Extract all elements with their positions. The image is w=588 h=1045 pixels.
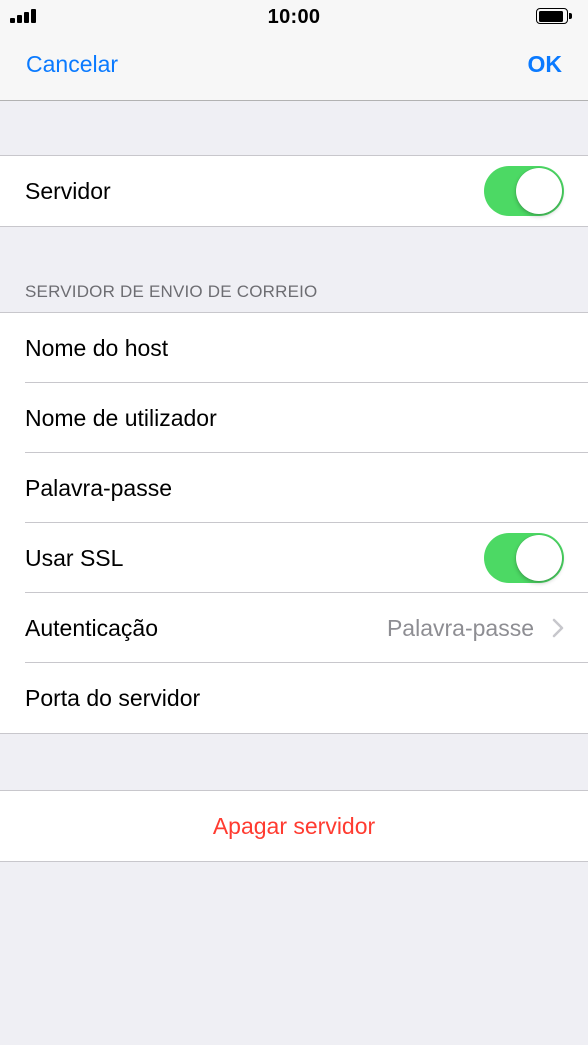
outgoing-server-section-header: SERVIDOR DE ENVIO DE CORREIO <box>25 282 318 301</box>
battery-full-icon <box>536 8 574 26</box>
password-row[interactable]: Palavra-passe <box>0 453 588 523</box>
hostname-row[interactable]: Nome do host <box>0 313 588 383</box>
cancel-button[interactable]: Cancelar <box>26 51 118 78</box>
toggle-knob <box>516 535 562 581</box>
delete-server-label: Apagar servidor <box>212 812 376 839</box>
toggle-knob <box>516 168 562 214</box>
username-row[interactable]: Nome de utilizador <box>0 383 588 453</box>
server-port-label: Porta do servidor <box>25 684 201 711</box>
use-ssl-toggle[interactable] <box>484 533 564 583</box>
navigation-bar: Cancelar OK <box>0 36 588 101</box>
server-row: Servidor <box>0 156 588 226</box>
server-group: Servidor <box>0 155 588 227</box>
use-ssl-row: Usar SSL <box>0 523 588 593</box>
delete-server-button[interactable]: Apagar servidor <box>0 790 588 862</box>
status-bar: 10:00 <box>0 0 588 36</box>
chevron-right-icon <box>552 618 564 638</box>
username-label: Nome de utilizador <box>25 404 217 431</box>
password-label: Palavra-passe <box>25 474 173 501</box>
authentication-value: Palavra-passe <box>386 614 534 641</box>
use-ssl-label: Usar SSL <box>25 544 124 571</box>
server-label: Servidor <box>25 177 111 204</box>
server-toggle[interactable] <box>484 166 564 216</box>
status-time: 10:00 <box>267 6 321 28</box>
server-port-row[interactable]: Porta do servidor <box>0 663 588 733</box>
ok-button[interactable]: OK <box>528 51 563 78</box>
hostname-label: Nome do host <box>25 334 169 361</box>
authentication-row[interactable]: Autenticação Palavra-passe <box>0 593 588 663</box>
authentication-label: Autenticação <box>25 614 158 641</box>
outgoing-server-group: Nome do host Nome de utilizador Palavra-… <box>0 312 588 734</box>
